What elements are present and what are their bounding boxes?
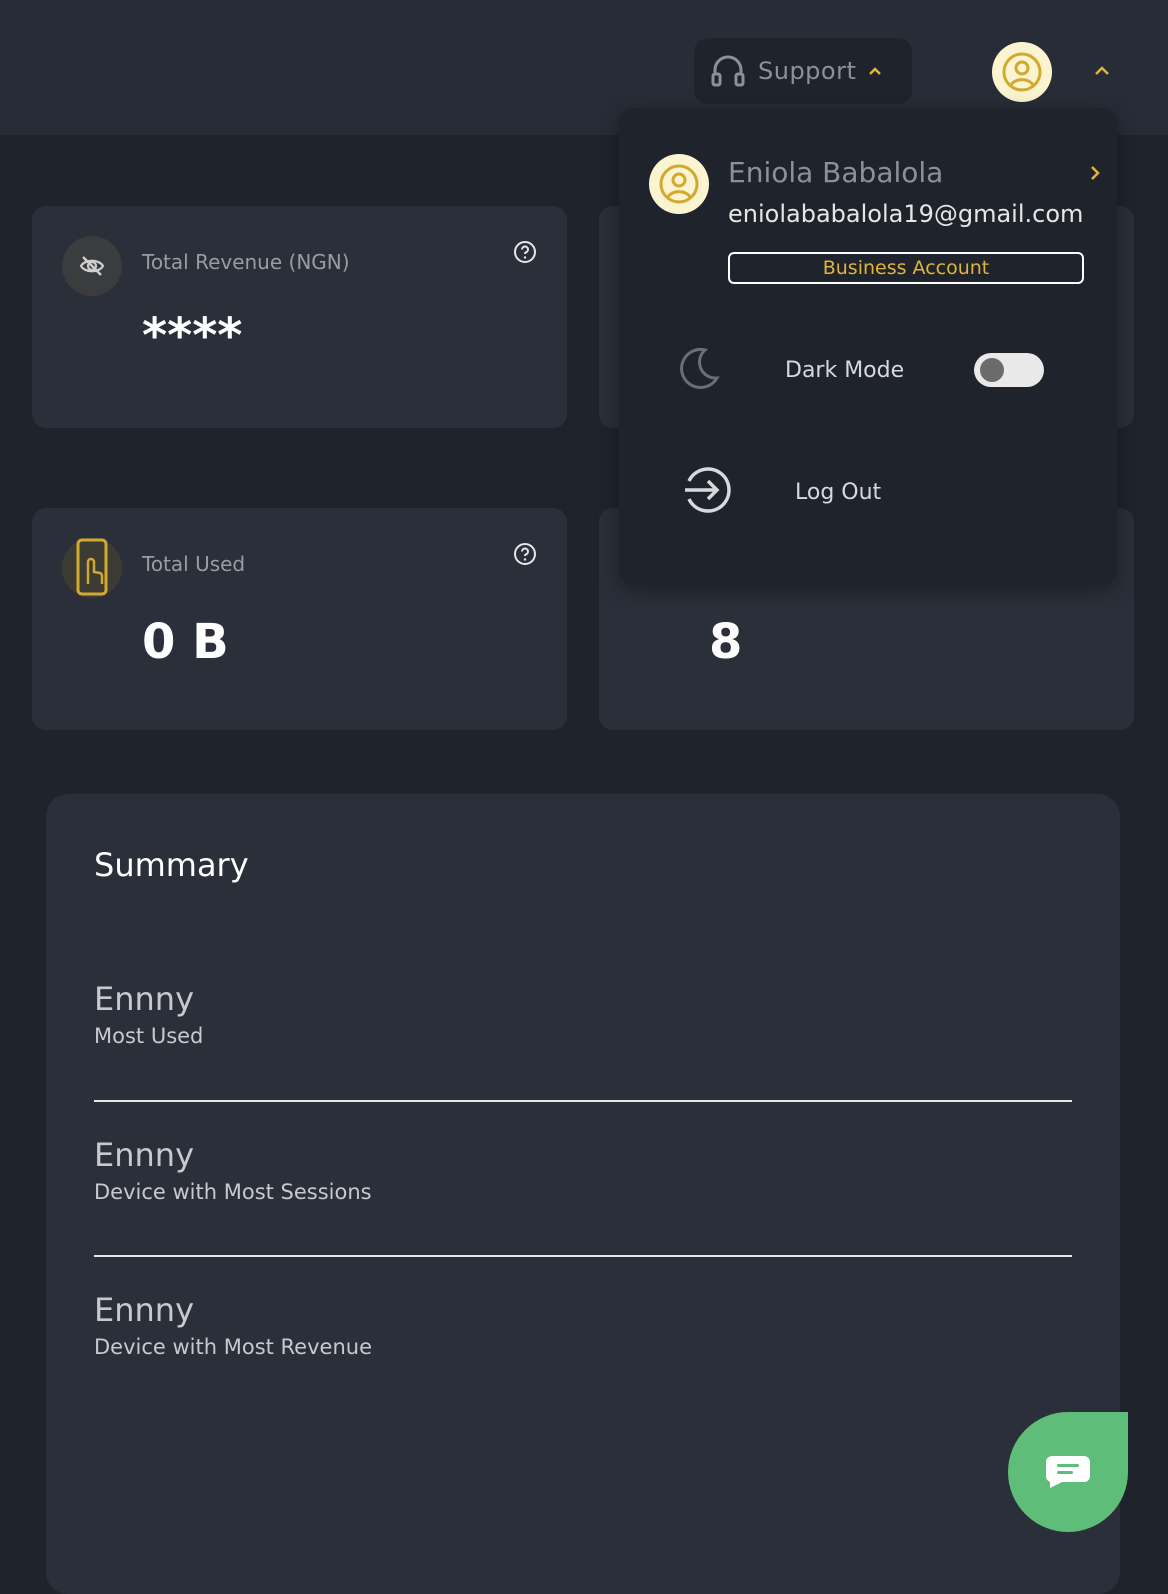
dark-mode-row: Dark Mode: [675, 344, 904, 396]
moon-icon: [675, 344, 723, 396]
summary-item: Ennny Device with Most Revenue: [94, 1291, 1072, 1359]
summary-title: Summary: [94, 846, 249, 884]
total-used-label: Total Used: [142, 552, 246, 576]
support-label: Support: [758, 57, 857, 85]
chevron-right-icon[interactable]: [1089, 164, 1101, 182]
profile-avatar[interactable]: [992, 42, 1052, 102]
divider: [94, 1100, 1072, 1102]
summary-item: Ennny Most Used: [94, 980, 1072, 1048]
help-icon[interactable]: [513, 542, 537, 566]
total-used-card: Total Used 0 B: [32, 508, 567, 730]
profile-chevron-up-icon[interactable]: [1094, 64, 1110, 76]
headphones-icon: [710, 53, 746, 89]
summary-item: Ennny Device with Most Sessions: [94, 1136, 1072, 1204]
touch-phone-icon: [62, 538, 122, 598]
logout-label: Log Out: [795, 479, 882, 505]
dropdown-avatar: [649, 154, 709, 214]
user-circle-icon: [1002, 52, 1042, 92]
chevron-up-icon: [868, 66, 882, 76]
eye-off-icon[interactable]: [62, 236, 122, 296]
profile-email: eniolababalola19@gmail.com: [728, 200, 1084, 228]
chat-button[interactable]: [1008, 1412, 1128, 1532]
stat-card-4-value: 8: [709, 614, 743, 670]
help-icon[interactable]: [513, 240, 537, 264]
toggle-knob: [980, 358, 1004, 382]
dark-mode-toggle[interactable]: [974, 353, 1044, 387]
total-revenue-value: ****: [142, 308, 243, 364]
total-revenue-card: Total Revenue (NGN) ****: [32, 206, 567, 428]
summary-panel: Summary Ennny Most Used Ennny Device wit…: [46, 794, 1120, 1594]
profile-name[interactable]: Eniola Babalola: [728, 156, 943, 189]
total-used-value: 0 B: [142, 614, 229, 670]
summary-item-name: Ennny: [94, 1136, 194, 1174]
summary-item-name: Ennny: [94, 980, 194, 1018]
support-button[interactable]: Support: [694, 38, 912, 104]
logout-row[interactable]: Log Out: [681, 464, 881, 520]
summary-item-desc: Most Used: [94, 1024, 204, 1048]
summary-item-desc: Device with Most Revenue: [94, 1335, 372, 1359]
logout-icon: [681, 464, 733, 520]
profile-dropdown: Eniola Babalola eniolababalola19@gmail.c…: [619, 108, 1117, 584]
dark-mode-label: Dark Mode: [785, 357, 905, 383]
summary-item-desc: Device with Most Sessions: [94, 1180, 372, 1204]
account-type-badge: Business Account: [728, 252, 1084, 284]
total-revenue-label: Total Revenue (NGN): [142, 250, 350, 274]
chat-icon: [1045, 1456, 1090, 1488]
divider: [94, 1255, 1072, 1257]
user-circle-icon: [659, 164, 699, 204]
summary-item-name: Ennny: [94, 1291, 194, 1329]
